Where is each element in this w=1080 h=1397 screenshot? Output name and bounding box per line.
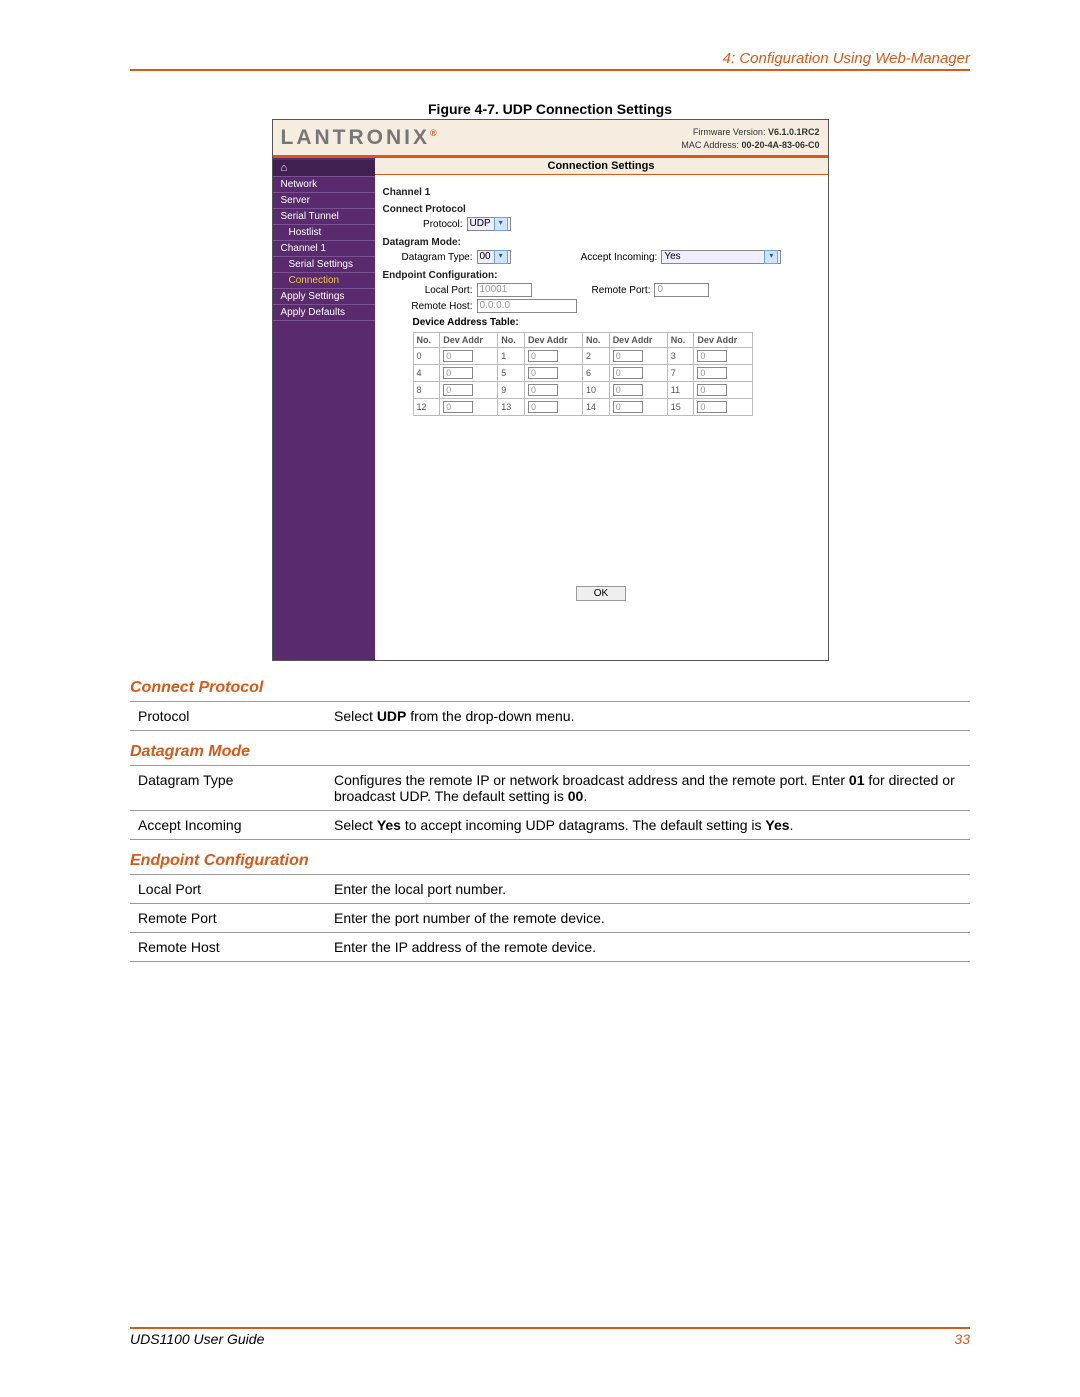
row-key: Accept Incoming xyxy=(130,811,326,840)
lantronix-logo: LANTRONIX® xyxy=(281,126,437,150)
dev-addr-input[interactable] xyxy=(443,350,473,362)
dev-addr-input[interactable] xyxy=(528,350,558,362)
ok-button[interactable]: OK xyxy=(576,586,626,601)
dev-addr-input[interactable] xyxy=(697,350,727,362)
device-address-table: No. Dev Addr No. Dev Addr No. Dev Addr N… xyxy=(413,332,753,416)
dev-addr-input[interactable] xyxy=(697,367,727,379)
firmware-info: Firmware Version: V6.1.0.1RC2 MAC Addres… xyxy=(681,126,819,151)
dev-addr-input[interactable] xyxy=(613,384,643,396)
row-value: Configures the remote IP or network broa… xyxy=(326,766,970,811)
endpoint-config-heading: Endpoint Configuration: xyxy=(383,270,820,281)
row-key: Local Port xyxy=(130,875,326,904)
chapter-title: 4: Configuration Using Web-Manager xyxy=(130,50,970,71)
accept-incoming-label: Accept Incoming: xyxy=(581,252,658,263)
dev-addr-input[interactable] xyxy=(697,384,727,396)
remote-host-label: Remote Host: xyxy=(383,301,477,312)
remote-port-label: Remote Port: xyxy=(592,285,651,296)
chevron-down-icon: ▾ xyxy=(494,250,508,264)
row-value: Enter the IP address of the remote devic… xyxy=(326,933,970,962)
nav-apply-settings[interactable]: Apply Settings xyxy=(273,289,375,305)
section-datagram-mode: Datagram Mode xyxy=(130,743,970,761)
panel-title: Connection Settings xyxy=(375,158,828,175)
connect-protocol-table: Protocol Select UDP from the drop-down m… xyxy=(130,701,970,731)
row-value: Enter the port number of the remote devi… xyxy=(326,904,970,933)
row-key: Remote Host xyxy=(130,933,326,962)
local-port-input[interactable] xyxy=(477,283,532,297)
nav-server[interactable]: Server xyxy=(273,193,375,209)
row-value: Select UDP from the drop-down menu. xyxy=(326,702,970,731)
table-row: 0 1 2 3 xyxy=(413,348,752,365)
row-key: Remote Port xyxy=(130,904,326,933)
dev-addr-input[interactable] xyxy=(443,367,473,379)
chevron-down-icon: ▾ xyxy=(764,250,778,264)
udp-settings-screenshot: LANTRONIX® Firmware Version: V6.1.0.1RC2… xyxy=(272,119,829,661)
device-address-table-caption: Device Address Table: xyxy=(413,317,820,328)
dev-addr-input[interactable] xyxy=(443,401,473,413)
nav-network[interactable]: Network xyxy=(273,177,375,193)
datagram-mode-heading: Datagram Mode: xyxy=(383,237,820,248)
page-number: 33 xyxy=(954,1331,970,1347)
table-row: 8 9 10 11 xyxy=(413,382,752,399)
nav-apply-defaults[interactable]: Apply Defaults xyxy=(273,305,375,321)
protocol-select[interactable]: UDP▾ xyxy=(467,217,511,231)
home-icon[interactable]: ⌂ xyxy=(273,160,375,177)
dev-addr-input[interactable] xyxy=(613,350,643,362)
channel-heading: Channel 1 xyxy=(383,187,820,198)
nav-channel1[interactable]: Channel 1 xyxy=(273,241,375,257)
row-value: Select Yes to accept incoming UDP datagr… xyxy=(326,811,970,840)
row-key: Datagram Type xyxy=(130,766,326,811)
remote-host-input[interactable] xyxy=(477,299,577,313)
figure-caption: Figure 4-7. UDP Connection Settings xyxy=(130,101,970,117)
datagram-type-select[interactable]: 00▾ xyxy=(477,250,511,264)
dev-addr-input[interactable] xyxy=(528,384,558,396)
dev-addr-input[interactable] xyxy=(613,367,643,379)
protocol-label: Protocol: xyxy=(383,219,467,230)
row-key: Protocol xyxy=(130,702,326,731)
datagram-type-label: Datagram Type: xyxy=(383,252,477,263)
connect-protocol-heading: Connect Protocol xyxy=(383,204,820,215)
table-row: 4 5 6 7 xyxy=(413,365,752,382)
nav-connection[interactable]: Connection xyxy=(273,273,375,289)
accept-incoming-select[interactable]: Yes▾ xyxy=(661,250,781,264)
dev-addr-input[interactable] xyxy=(443,384,473,396)
side-nav: ⌂ Network Server Serial Tunnel Hostlist … xyxy=(273,158,375,660)
dev-addr-input[interactable] xyxy=(528,401,558,413)
guide-title: UDS1100 User Guide xyxy=(130,1331,264,1347)
row-value: Enter the local port number. xyxy=(326,875,970,904)
section-endpoint-configuration: Endpoint Configuration xyxy=(130,852,970,870)
nav-serial-settings[interactable]: Serial Settings xyxy=(273,257,375,273)
page-footer: UDS1100 User Guide 33 xyxy=(130,1327,970,1347)
datagram-mode-table: Datagram Type Configures the remote IP o… xyxy=(130,765,970,840)
nav-hostlist[interactable]: Hostlist xyxy=(273,225,375,241)
table-row: 12 13 14 15 xyxy=(413,399,752,416)
dev-addr-input[interactable] xyxy=(613,401,643,413)
dev-addr-input[interactable] xyxy=(697,401,727,413)
section-connect-protocol: Connect Protocol xyxy=(130,679,970,697)
endpoint-configuration-table: Local Port Enter the local port number. … xyxy=(130,874,970,962)
nav-serial-tunnel[interactable]: Serial Tunnel xyxy=(273,209,375,225)
chevron-down-icon: ▾ xyxy=(494,217,508,231)
remote-port-input[interactable] xyxy=(654,283,709,297)
dev-addr-input[interactable] xyxy=(528,367,558,379)
local-port-label: Local Port: xyxy=(383,285,477,296)
